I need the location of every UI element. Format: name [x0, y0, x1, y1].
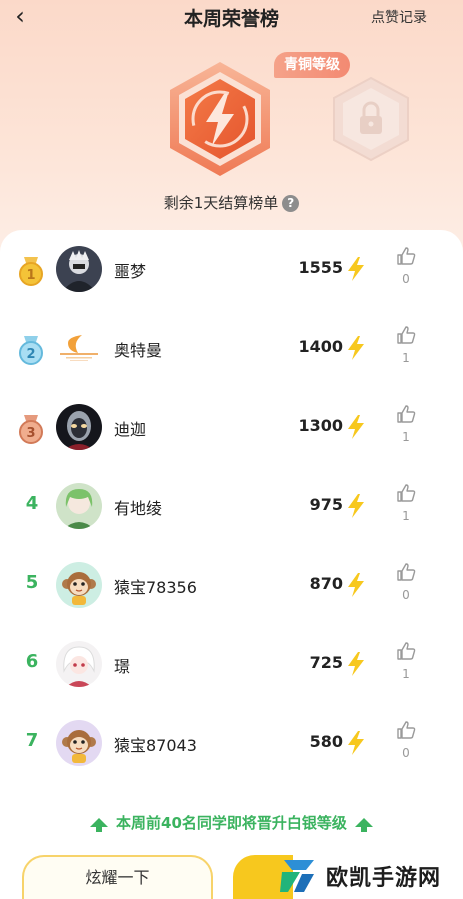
settle-text: 剩余1天结算榜单: [163, 194, 279, 212]
rank-number: 7: [25, 730, 39, 751]
top-bar: ‹ 本周荣誉榜 点赞记录: [0, 0, 463, 34]
avatar[interactable]: [56, 641, 102, 687]
user-name: 迪迦: [114, 420, 147, 439]
thumbs-up-icon[interactable]: [396, 562, 416, 582]
table-row: 4 有地绫 975 1: [0, 467, 463, 546]
score-value: 725: [309, 653, 343, 672]
table-row: 1 噩梦 1555 0: [0, 230, 463, 309]
avatar[interactable]: [56, 246, 102, 292]
arrow-up-icon: [90, 818, 109, 832]
like-count: 1: [402, 351, 410, 365]
thumbs-up-icon[interactable]: [396, 404, 416, 424]
likes-record-link[interactable]: 点赞记录: [371, 7, 427, 27]
show-off-button[interactable]: 炫耀一下: [22, 855, 213, 899]
thumbs-up-icon[interactable]: [396, 720, 416, 740]
thumbs-up-icon[interactable]: [396, 325, 416, 345]
table-row: 7 猿宝87043 580 0: [0, 704, 463, 783]
like-count: 0: [402, 746, 410, 760]
promotion-text: 本周前40名同学即将晋升白银等级: [116, 814, 347, 832]
score-value: 1300: [298, 416, 343, 435]
like-count: 1: [402, 509, 410, 523]
user-name: 璟: [114, 657, 131, 676]
help-icon[interactable]: ?: [282, 195, 300, 212]
bronze-lightning-badge-icon: [170, 62, 270, 176]
avatar[interactable]: [56, 720, 102, 766]
lightning-icon: [348, 494, 364, 518]
thumbs-up-icon[interactable]: [396, 246, 416, 266]
lightning-icon: [348, 336, 364, 360]
user-name: 猿宝87043: [114, 736, 197, 755]
score-value: 1555: [298, 258, 343, 277]
like-count: 1: [402, 430, 410, 444]
score-value: 870: [309, 574, 343, 593]
lightning-icon: [348, 573, 364, 597]
like-count: 1: [402, 667, 410, 681]
avatar[interactable]: [56, 562, 102, 608]
like-count: 0: [402, 272, 410, 286]
lightning-icon: [348, 731, 364, 755]
settle-countdown: 剩余1天结算榜单?: [0, 192, 463, 213]
medal-rank: 3: [26, 426, 35, 441]
table-row: 6 璟 725 1: [0, 625, 463, 704]
table-row: 3 迪迦 1300 1: [0, 388, 463, 467]
watermark: 欧凯手游网: [276, 852, 462, 898]
avatar[interactable]: [56, 483, 102, 529]
silver-medal-icon: 2: [19, 336, 43, 365]
rank-number: 4: [25, 493, 39, 514]
rank-number: 5: [25, 572, 39, 593]
user-name: 奥特曼: [114, 341, 163, 360]
score-value: 580: [309, 732, 343, 751]
lightning-icon: [348, 257, 364, 281]
watermark-text: 欧凯手游网: [326, 866, 442, 891]
lightning-icon: [348, 652, 364, 676]
medal-rank: 1: [26, 268, 35, 283]
ranking-card: 1 噩梦 1555 0 2 奥特曼 1400 1 3 迪迦 1300 1 4 有…: [0, 230, 463, 899]
table-row: 5 猿宝78356 870 0: [0, 546, 463, 625]
lightning-icon: [348, 415, 364, 439]
score-value: 975: [309, 495, 343, 514]
medal-rank: 2: [26, 347, 35, 362]
locked-badge-icon[interactable]: [330, 76, 412, 162]
score-value: 1400: [298, 337, 343, 356]
user-name: 噩梦: [114, 262, 147, 281]
rank-number: 6: [25, 651, 39, 672]
arrow-up-icon: [354, 818, 373, 832]
bronze-medal-icon: 3: [19, 415, 43, 444]
thumbs-up-icon[interactable]: [396, 641, 416, 661]
table-row: 2 奥特曼 1400 1: [0, 309, 463, 388]
level-pill: 青铜等级: [274, 52, 350, 78]
user-name: 猿宝78356: [114, 578, 197, 597]
watermark-logo-icon: [280, 860, 314, 892]
avatar[interactable]: [56, 404, 102, 450]
like-count: 0: [402, 588, 410, 602]
thumbs-up-icon[interactable]: [396, 483, 416, 503]
user-name: 有地绫: [114, 499, 163, 518]
promotion-notice: 本周前40名同学即将晋升白银等级: [0, 812, 463, 836]
avatar[interactable]: [56, 325, 102, 371]
gold-medal-icon: 1: [19, 257, 43, 286]
